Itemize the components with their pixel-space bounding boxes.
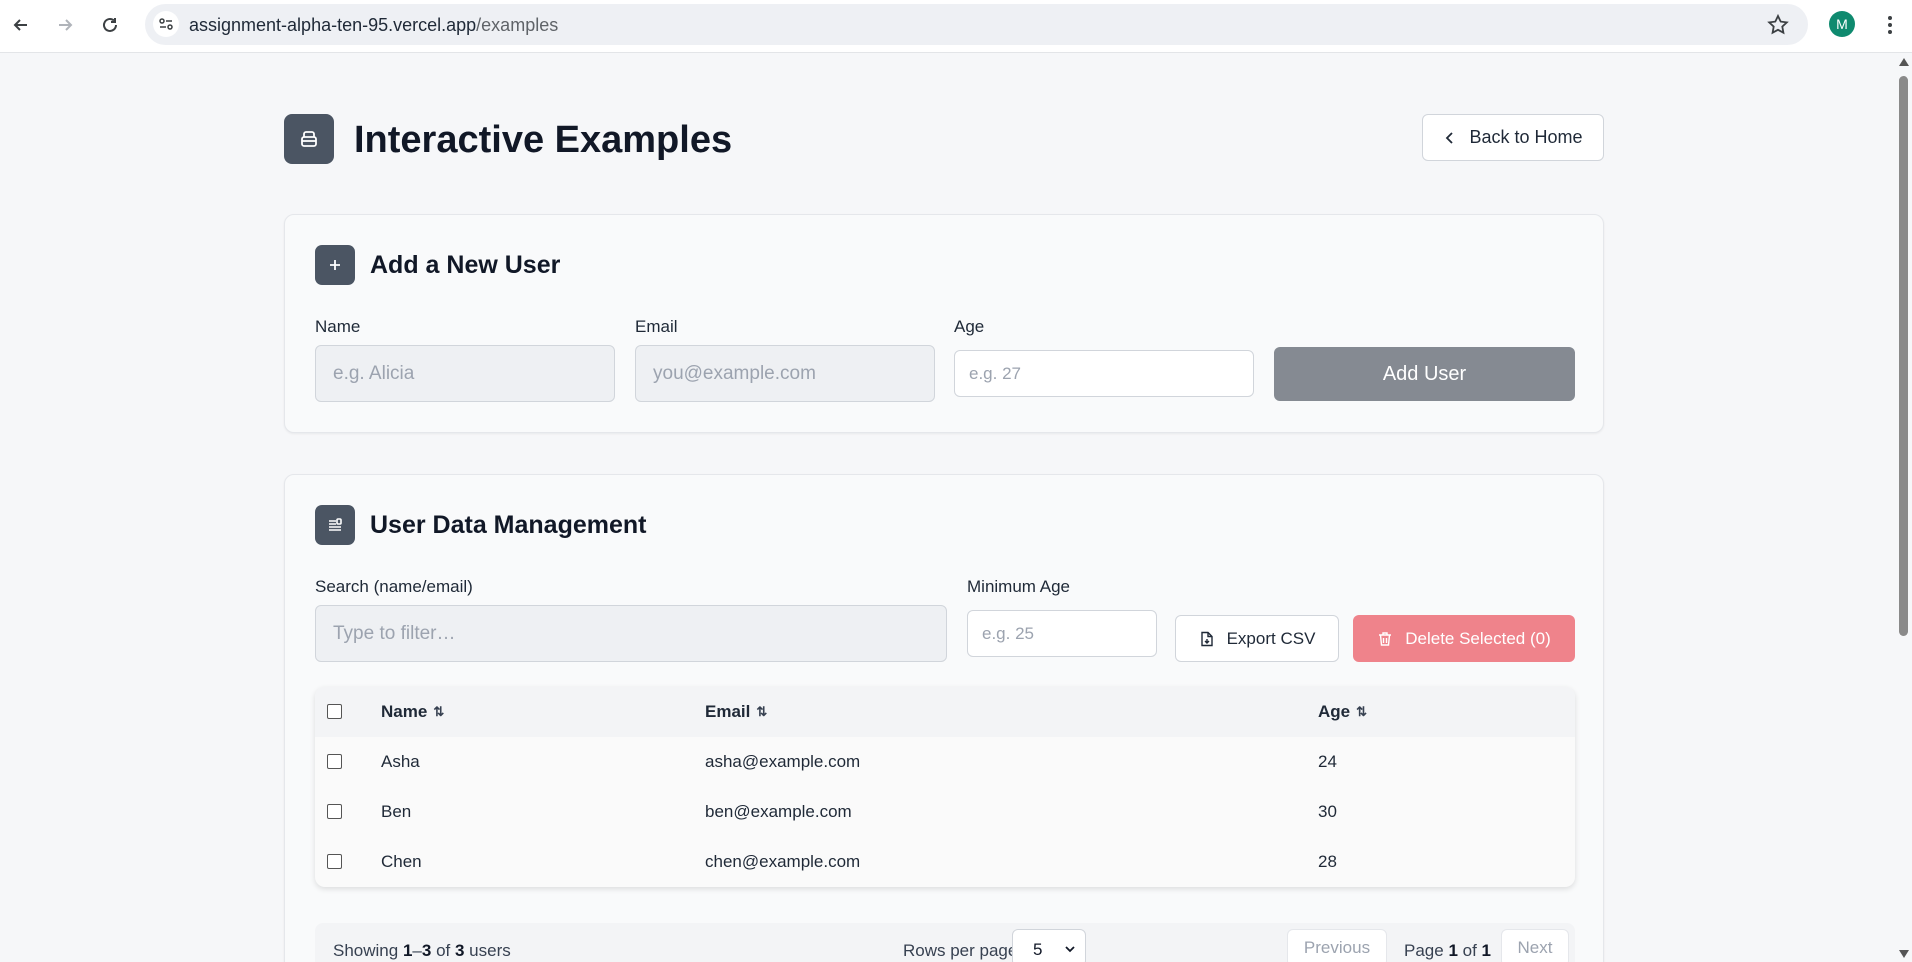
back-to-home-label: Back to Home [1469, 127, 1583, 147]
url-text: assignment-alpha-ten-95.vercel.app/examp… [189, 15, 559, 35]
rows-per-page-label: Rows per page [903, 941, 1018, 960]
data-mgmt-title: User Data Management [370, 511, 647, 539]
column-header-age[interactable]: Age ⇅ [1318, 702, 1367, 722]
rows-per-page-value: 5 [1033, 940, 1043, 959]
users-table: Name ⇅ Email ⇅ Age ⇅ Asha asha@example.c… [315, 687, 1575, 887]
list-icon [315, 505, 355, 545]
row-checkbox[interactable] [327, 754, 342, 769]
search-label: Search (name/email) [315, 577, 473, 596]
sort-icon: ⇅ [1356, 704, 1368, 719]
table-row[interactable]: Ben ben@example.com 30 [315, 787, 1575, 837]
page-header: Interactive Examples Back to Home [284, 114, 1604, 164]
name-input[interactable] [315, 345, 615, 402]
email-input[interactable] [635, 345, 935, 402]
column-header-email[interactable]: Email ⇅ [705, 702, 767, 722]
column-email-label: Email [705, 702, 751, 721]
sort-icon: ⇅ [433, 704, 445, 719]
scroll-up-icon[interactable] [1899, 58, 1909, 66]
sort-icon: ⇅ [756, 704, 768, 719]
file-export-icon [1200, 631, 1213, 646]
column-header-name[interactable]: Name ⇅ [381, 702, 444, 722]
cell-age: 28 [1318, 852, 1337, 871]
next-page-button[interactable]: Next [1501, 929, 1569, 962]
scroll-thumb[interactable] [1899, 76, 1908, 636]
email-label: Email [635, 317, 678, 336]
profile-avatar[interactable]: M [1829, 11, 1855, 37]
page-content: Interactive Examples Back to Home Add a … [284, 54, 1604, 962]
row-checkbox[interactable] [327, 804, 342, 819]
page-title: Interactive Examples [354, 119, 733, 161]
back-arrow-icon[interactable] [6, 10, 36, 40]
cell-name: Asha [381, 752, 420, 771]
min-age-label: Minimum Age [967, 577, 1070, 596]
table-header: Name ⇅ Email ⇅ Age ⇅ [315, 687, 1575, 737]
chevron-down-icon [1065, 946, 1075, 953]
user-data-card: User Data Management Search (name/email)… [284, 474, 1604, 962]
min-age-input[interactable] [967, 610, 1157, 657]
bookmark-star-icon[interactable] [1766, 13, 1790, 37]
column-age-label: Age [1318, 702, 1351, 721]
export-csv-button[interactable]: Export CSV [1175, 615, 1339, 662]
cell-email: ben@example.com [705, 802, 852, 821]
trash-icon [1379, 631, 1392, 646]
age-label: Age [954, 317, 985, 336]
browser-toolbar: assignment-alpha-ten-95.vercel.app/examp… [0, 0, 1912, 53]
delete-selected-button[interactable]: Delete Selected (0) [1353, 615, 1575, 662]
site-settings-icon[interactable] [153, 11, 179, 37]
pagination-bar: Showing 1–3 of 3 users Rows per page 5 P… [315, 923, 1575, 962]
showing-count: Showing 1–3 of 3 users [333, 941, 511, 960]
forward-arrow-icon[interactable] [50, 10, 80, 40]
select-all-checkbox[interactable] [327, 704, 342, 719]
export-csv-label: Export CSV [1226, 628, 1316, 648]
column-name-label: Name [381, 702, 428, 721]
address-bar[interactable]: assignment-alpha-ten-95.vercel.app/examp… [145, 4, 1808, 45]
cell-age: 24 [1318, 752, 1337, 771]
table-row[interactable]: Asha asha@example.com 24 [315, 737, 1575, 787]
cell-name: Chen [381, 852, 422, 871]
search-input[interactable] [315, 605, 947, 662]
cell-email: chen@example.com [705, 852, 861, 871]
plus-icon [315, 245, 355, 285]
cell-name: Ben [381, 802, 412, 821]
cell-email: asha@example.com [705, 752, 861, 771]
cell-age: 30 [1318, 802, 1337, 821]
reload-icon[interactable] [95, 10, 125, 40]
rows-per-page-select[interactable]: 5 [1012, 929, 1086, 962]
add-user-title: Add a New User [370, 251, 561, 279]
name-label: Name [315, 317, 361, 336]
add-user-card: Add a New User Name Email Age Add User [284, 214, 1604, 433]
logo-icon [284, 114, 334, 164]
chevron-left-icon [1446, 131, 1454, 144]
back-to-home-button[interactable]: Back to Home [1422, 114, 1604, 161]
add-user-button[interactable]: Add User [1274, 347, 1575, 401]
previous-page-button[interactable]: Previous [1287, 929, 1387, 962]
table-row[interactable]: Chen chen@example.com 28 [315, 837, 1575, 887]
page-indicator: Page 1 of 1 [1404, 941, 1491, 960]
scroll-down-icon[interactable] [1899, 950, 1909, 958]
row-checkbox[interactable] [327, 854, 342, 869]
age-input[interactable] [954, 350, 1254, 397]
browser-menu-icon[interactable] [1880, 12, 1900, 38]
delete-selected-label: Delete Selected (0) [1405, 628, 1551, 648]
page-scrollbar[interactable] [1895, 54, 1912, 962]
